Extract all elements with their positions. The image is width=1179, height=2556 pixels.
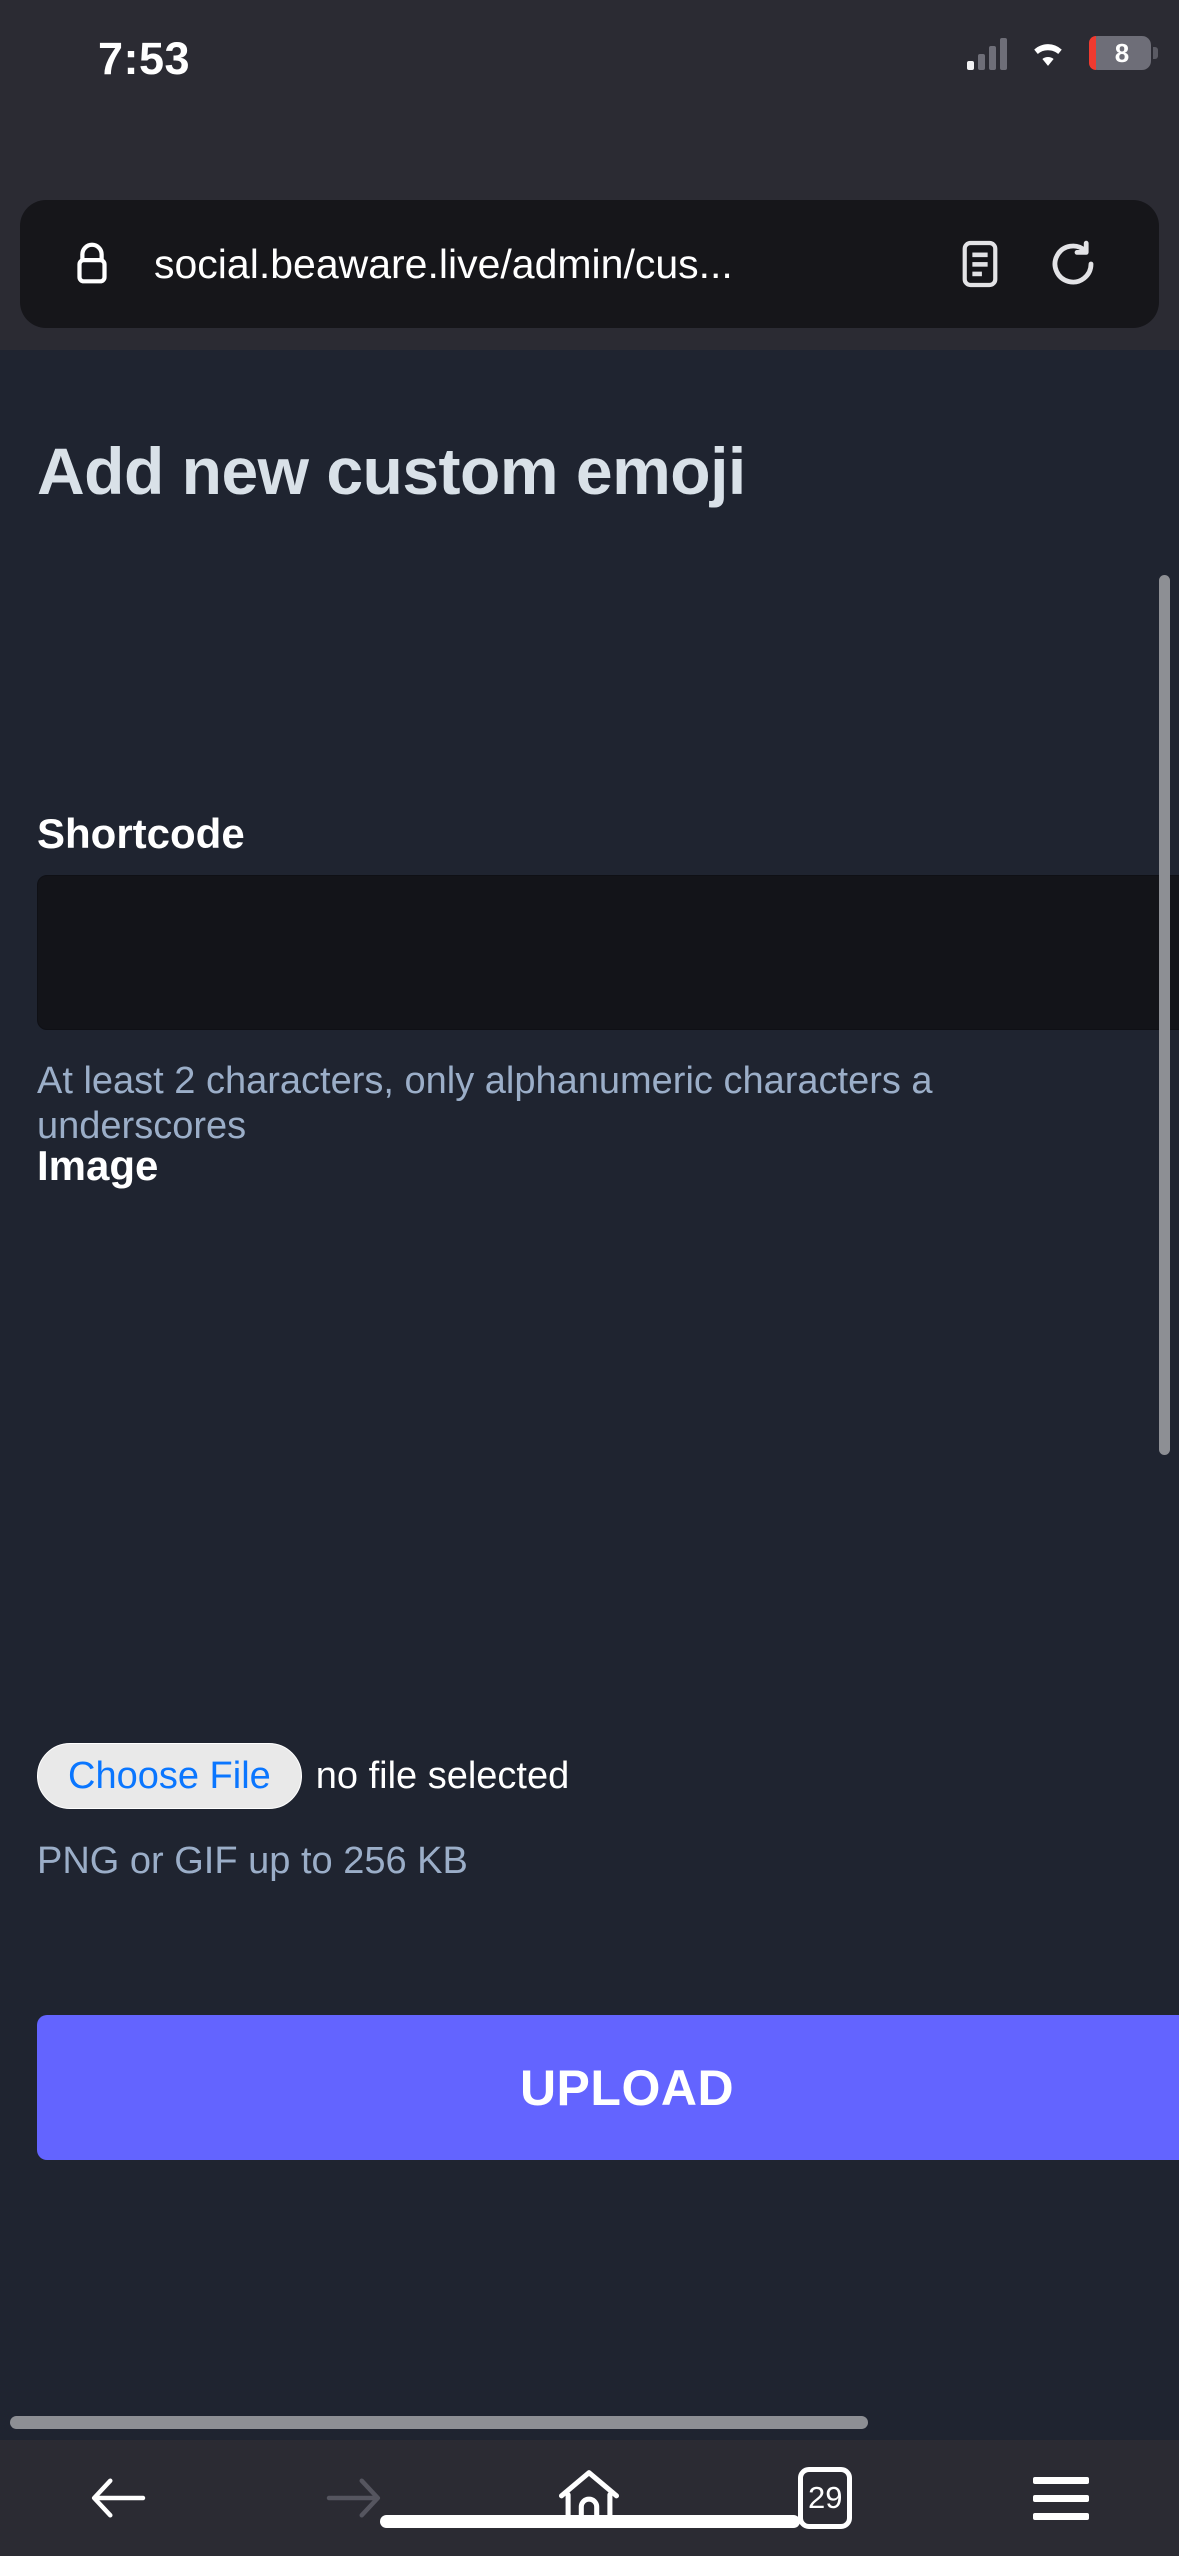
- hamburger-menu-icon: [1033, 2476, 1090, 2520]
- file-status-text: no file selected: [315, 1754, 570, 1797]
- battery-level: 8: [1114, 37, 1130, 68]
- page-content: Add new custom emoji Shortcode At least …: [0, 350, 1179, 2440]
- url-text[interactable]: social.beaware.live/admin/cus...: [154, 241, 959, 288]
- status-time: 7:53: [98, 33, 191, 84]
- tab-count: 29: [798, 2467, 853, 2529]
- reload-icon[interactable]: [1047, 238, 1099, 290]
- home-indicator: [379, 2515, 800, 2528]
- status-bar: 7:53 8: [0, 0, 1179, 118]
- browser-toolbar-bottom: 29: [0, 2440, 1179, 2556]
- shortcode-hint-line-1: At least 2 characters, only alphanumeric…: [37, 1060, 933, 1102]
- shortcode-input[interactable]: [37, 875, 1179, 1030]
- page-title: Add new custom emoji: [37, 434, 746, 508]
- browser-chrome-top: social.beaware.live/admin/cus...: [0, 118, 1179, 350]
- battery-icon: 8: [1089, 36, 1158, 70]
- lock-icon: [77, 242, 107, 284]
- wifi-icon: [1034, 44, 1062, 66]
- shortcode-hint-line-2: underscores: [37, 1104, 247, 1147]
- image-hint: PNG or GIF up to 256 KB: [37, 1840, 468, 1882]
- shortcode-hint: At least 2 characters, only alphanumeric…: [37, 1059, 1179, 1149]
- back-arrow-icon: [91, 2478, 146, 2518]
- image-label: Image: [37, 1142, 159, 1189]
- horizontal-scrollbar[interactable]: [10, 2416, 868, 2429]
- address-bar[interactable]: social.beaware.live/admin/cus...: [20, 200, 1159, 328]
- status-indicators: 8: [967, 36, 1158, 70]
- forward-arrow-icon: [326, 2478, 380, 2518]
- reader-mode-icon[interactable]: [959, 238, 1001, 290]
- file-input-row: Choose File no file selected: [37, 1743, 569, 1809]
- back-button[interactable]: [58, 2462, 178, 2534]
- shortcode-label: Shortcode: [37, 810, 245, 857]
- vertical-scrollbar[interactable]: [1159, 575, 1170, 1455]
- cellular-signal-icon: [967, 36, 1007, 70]
- upload-button[interactable]: UPLOAD: [37, 2015, 1179, 2160]
- choose-file-button[interactable]: Choose File: [37, 1743, 302, 1809]
- menu-button[interactable]: [1001, 2462, 1121, 2534]
